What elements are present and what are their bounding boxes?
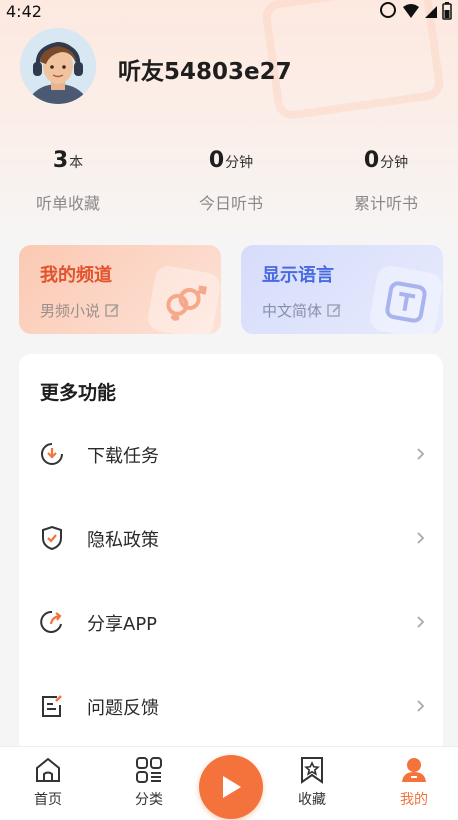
display-language-card[interactable]: 显示语言 中文简体 <box>241 245 443 334</box>
channel-subtitle: 男频小说 <box>40 300 120 321</box>
channel-value: 男频小说 <box>40 302 101 320</box>
edit-icon <box>327 304 341 317</box>
language-value: 中文简体 <box>262 302 323 320</box>
home-icon <box>36 757 60 782</box>
stat-label: 累计听书 <box>353 194 418 213</box>
chevron-right-icon <box>417 616 425 628</box>
language-subtitle: 中文简体 <box>262 300 342 321</box>
status-icons <box>378 2 452 20</box>
panel-title: 更多功能 <box>40 382 117 404</box>
bookmark-star-icon <box>301 757 323 784</box>
stat-unit: 分钟 <box>225 155 254 171</box>
row-label: 隐私政策 <box>87 530 159 551</box>
list-item-feedback[interactable]: 问题反馈 <box>19 675 443 735</box>
signal-icon <box>425 6 437 18</box>
nav-favorites[interactable]: 收藏 <box>277 755 347 809</box>
play-icon <box>223 776 241 798</box>
username[interactable]: 听友54803e27 <box>118 52 292 86</box>
nav-label: 我的 <box>400 792 428 808</box>
stat-playlist-favorites[interactable]: 3本 听单收藏 <box>0 148 138 214</box>
nav-mine[interactable]: 我的 <box>379 755 449 809</box>
bottom-nav: 首页 分类 收藏 我的 <box>0 746 458 820</box>
sync-icon <box>380 2 396 18</box>
privacy-shield-icon <box>42 525 62 551</box>
status-time: 4:42 <box>6 2 42 21</box>
play-button[interactable] <box>199 755 263 819</box>
chevron-right-icon <box>417 532 425 544</box>
avatar[interactable] <box>20 28 96 104</box>
stat-unit: 本 <box>69 155 84 171</box>
user-icon <box>402 758 426 782</box>
stat-total-listening[interactable]: 0分钟 累计听书 <box>316 148 456 214</box>
download-task-icon <box>41 443 63 465</box>
edit-icon <box>105 304 119 317</box>
nav-label: 分类 <box>135 792 163 808</box>
stat-label: 听单收藏 <box>35 194 100 213</box>
channel-title: 我的频道 <box>40 265 112 286</box>
nav-category[interactable]: 分类 <box>114 755 184 809</box>
nav-label: 收藏 <box>298 792 326 808</box>
list-item-share-app[interactable]: 分享APP <box>19 591 443 651</box>
row-label: 下载任务 <box>87 446 159 467</box>
row-label: 分享APP <box>87 614 158 635</box>
stat-value: 0 <box>208 148 225 173</box>
chevron-right-icon <box>417 700 425 712</box>
wifi-icon <box>403 4 419 18</box>
nav-home[interactable]: 首页 <box>13 755 83 809</box>
my-channel-card[interactable]: 我的频道 男频小说 <box>19 245 221 334</box>
nav-label: 首页 <box>34 792 62 808</box>
stat-today-listening[interactable]: 0分钟 今日听书 <box>161 148 301 214</box>
gender-symbol-icon <box>145 263 221 334</box>
stat-unit: 分钟 <box>380 155 409 171</box>
list-item-privacy-policy[interactable]: 隐私政策 <box>19 507 443 567</box>
share-icon <box>40 610 62 633</box>
more-functions-panel: 更多功能 下载任务 隐私政策 分享APP 问题反馈 <box>19 354 443 754</box>
battery-icon <box>442 2 452 20</box>
text-language-icon <box>367 263 443 334</box>
stat-value: 0 <box>363 148 380 173</box>
status-bar: 4:42 <box>0 0 458 24</box>
feedback-icon <box>42 695 62 717</box>
list-item-download-tasks[interactable]: 下载任务 <box>19 423 443 483</box>
category-grid-icon <box>136 757 162 783</box>
language-title: 显示语言 <box>262 265 334 286</box>
stat-label: 今日听书 <box>198 194 263 213</box>
row-label: 问题反馈 <box>87 698 159 719</box>
chevron-right-icon <box>417 448 425 460</box>
stat-value: 3 <box>52 148 69 173</box>
